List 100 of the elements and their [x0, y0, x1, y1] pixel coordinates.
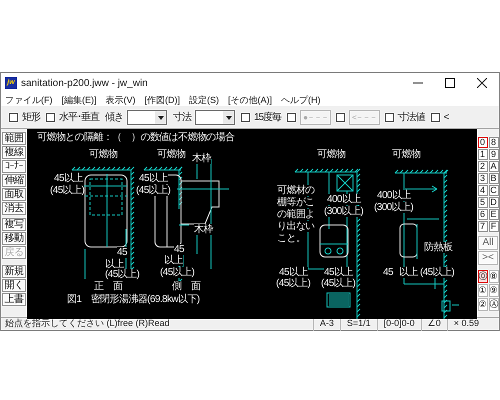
layer-button[interactable]: C — [488, 185, 498, 196]
tool-button[interactable]: ｺｰﾅｰ — [2, 160, 26, 173]
field-label: 傾き — [105, 111, 123, 125]
layer-button[interactable]: E — [488, 209, 498, 220]
tool-button[interactable]: 範囲 — [2, 132, 26, 145]
tool-button[interactable]: 面取 — [2, 188, 26, 201]
menu-item[interactable]: [その他(A)] — [228, 94, 272, 106]
status-field: ∠0 — [420, 317, 447, 331]
menu-item[interactable]: ファイル(F) — [5, 94, 52, 106]
tool-button[interactable]: 移動 — [2, 232, 26, 245]
drawing-label: 45以上 — [54, 173, 83, 184]
drawing-label: 正 面 — [94, 281, 122, 292]
layer-button[interactable]: 6 — [478, 209, 488, 220]
layer-group-button[interactable]: Ⓐ — [488, 298, 498, 311]
tool-button[interactable]: 新規 — [2, 265, 26, 278]
layer-button[interactable]: D — [488, 197, 498, 208]
caret-icon — [226, 116, 232, 120]
drawing-label: 45以上 — [139, 173, 168, 184]
drawing-label: 以上 — [164, 255, 183, 266]
drawing-label: (45以上) — [276, 278, 310, 289]
checkbox-label: 矩形 — [22, 111, 40, 125]
menu-item[interactable]: ヘルプ(H) — [281, 94, 320, 106]
menu-item[interactable]: 設定(S) — [189, 94, 219, 106]
checkbox-label: 水平･垂直 — [59, 110, 99, 125]
menu-item[interactable]: [作図(D)] — [144, 94, 180, 106]
dropdown[interactable] — [127, 110, 167, 125]
checkbox[interactable] — [384, 113, 394, 122]
drawing-label: 防熱板 — [424, 242, 452, 253]
layer-toggle-button[interactable]: >< — [478, 251, 498, 265]
drawing-label: 以上 — [105, 259, 124, 270]
drawing-label: 45 — [383, 267, 393, 278]
drawing-label: 図1 密閉形湯沸器(69.8kw以下) — [67, 294, 200, 305]
close-icon[interactable] — [477, 78, 487, 88]
layer-group-button[interactable]: ⑨ — [488, 284, 498, 297]
tool-button[interactable]: 上書 — [2, 293, 26, 306]
layer-button[interactable]: 2 — [478, 161, 488, 172]
layer-button[interactable]: 9 — [488, 149, 498, 160]
checkbox-label: < — [444, 111, 448, 125]
drawing-label: 木枠 — [192, 153, 211, 164]
layer-button[interactable]: F — [488, 221, 498, 232]
checkbox[interactable] — [9, 113, 18, 122]
status-message: 始点を指示してください (L)free (R)Read — [4, 317, 171, 330]
status-field: × 0.59 — [446, 317, 485, 331]
drawing-label: (45以上) — [160, 267, 194, 278]
layer-group-button[interactable]: ① — [478, 284, 488, 297]
drawing-label: 45 — [117, 247, 127, 258]
checkbox[interactable] — [46, 113, 55, 122]
drawing-label: り出ない — [277, 221, 315, 232]
drawing-label: 400以上 — [327, 194, 361, 205]
layer-button[interactable]: 0 — [478, 137, 488, 148]
drawing-canvas[interactable] — [27, 129, 477, 319]
drawing-label: 400以上 — [377, 190, 411, 201]
caret-icon — [158, 116, 164, 120]
drawing-label: (45以上) — [321, 278, 356, 289]
drawing-label: 側 面 — [172, 281, 200, 292]
checkbox[interactable] — [241, 113, 250, 122]
drawing-label: 可燃物 — [317, 149, 346, 160]
checkbox-label: 寸法値 — [398, 110, 425, 125]
field-label: 寸法 — [173, 110, 191, 125]
drawing-label: (45以上) — [105, 269, 140, 280]
menu-item[interactable]: 表示(V) — [106, 94, 136, 106]
layer-toggle-button[interactable]: All — [478, 236, 498, 250]
status-field: A-3 — [312, 317, 340, 331]
layer-group-button[interactable]: ⑧ — [488, 270, 498, 283]
checkbox[interactable] — [430, 113, 440, 122]
drawing-label: の範囲よ — [277, 209, 315, 220]
checkbox[interactable] — [336, 113, 345, 122]
checkbox[interactable] — [287, 113, 296, 122]
drawing-label: (45以上) — [136, 185, 170, 196]
layer-button[interactable]: A — [488, 161, 498, 172]
tool-button[interactable]: 複線 — [2, 146, 26, 159]
drawing-label: 45以上 — [279, 267, 308, 278]
drawing-label: 45 — [174, 244, 184, 255]
layer-button[interactable]: 4 — [478, 185, 488, 196]
tool-button[interactable]: 開く — [2, 279, 26, 292]
drawing-label: (300以上) — [324, 206, 364, 217]
drawing-label: 木枠 — [194, 224, 213, 235]
layer-button[interactable]: 7 — [478, 221, 488, 232]
drawing-label: (45以上) — [50, 185, 84, 196]
menu-item[interactable]: [編集(E)] — [62, 94, 96, 106]
tool-button[interactable]: 伸縮 — [2, 174, 26, 187]
tool-button[interactable]: 複写 — [2, 218, 26, 231]
maximize-icon[interactable] — [445, 78, 455, 88]
tool-button[interactable]: 消去 — [2, 202, 26, 215]
drawing-label: (300以上) — [374, 202, 414, 213]
dropdown[interactable] — [195, 110, 235, 125]
layer-button[interactable]: 8 — [488, 137, 498, 148]
checkbox-label: 15度毎 — [254, 110, 282, 125]
layer-button[interactable]: 5 — [478, 197, 488, 208]
drawing-label: 以上 (45以上) — [399, 267, 454, 278]
status-field: S=1/1 — [340, 317, 377, 331]
drawing-label: 可燃物との隔離：（ ）の数値は不燃物の場合 — [37, 132, 234, 143]
drawing-label: 45以上 — [324, 267, 353, 278]
window-title: sanitation-p200.jww - jw_win — [21, 76, 148, 90]
layer-group-button[interactable]: ② — [478, 298, 488, 311]
layer-button[interactable]: 3 — [478, 173, 488, 184]
layer-button[interactable]: 1 — [478, 149, 488, 160]
layer-button[interactable]: B — [488, 173, 498, 184]
drawing-label: 可燃物 — [392, 149, 420, 160]
drawing-label: 可燃材の — [277, 185, 315, 196]
